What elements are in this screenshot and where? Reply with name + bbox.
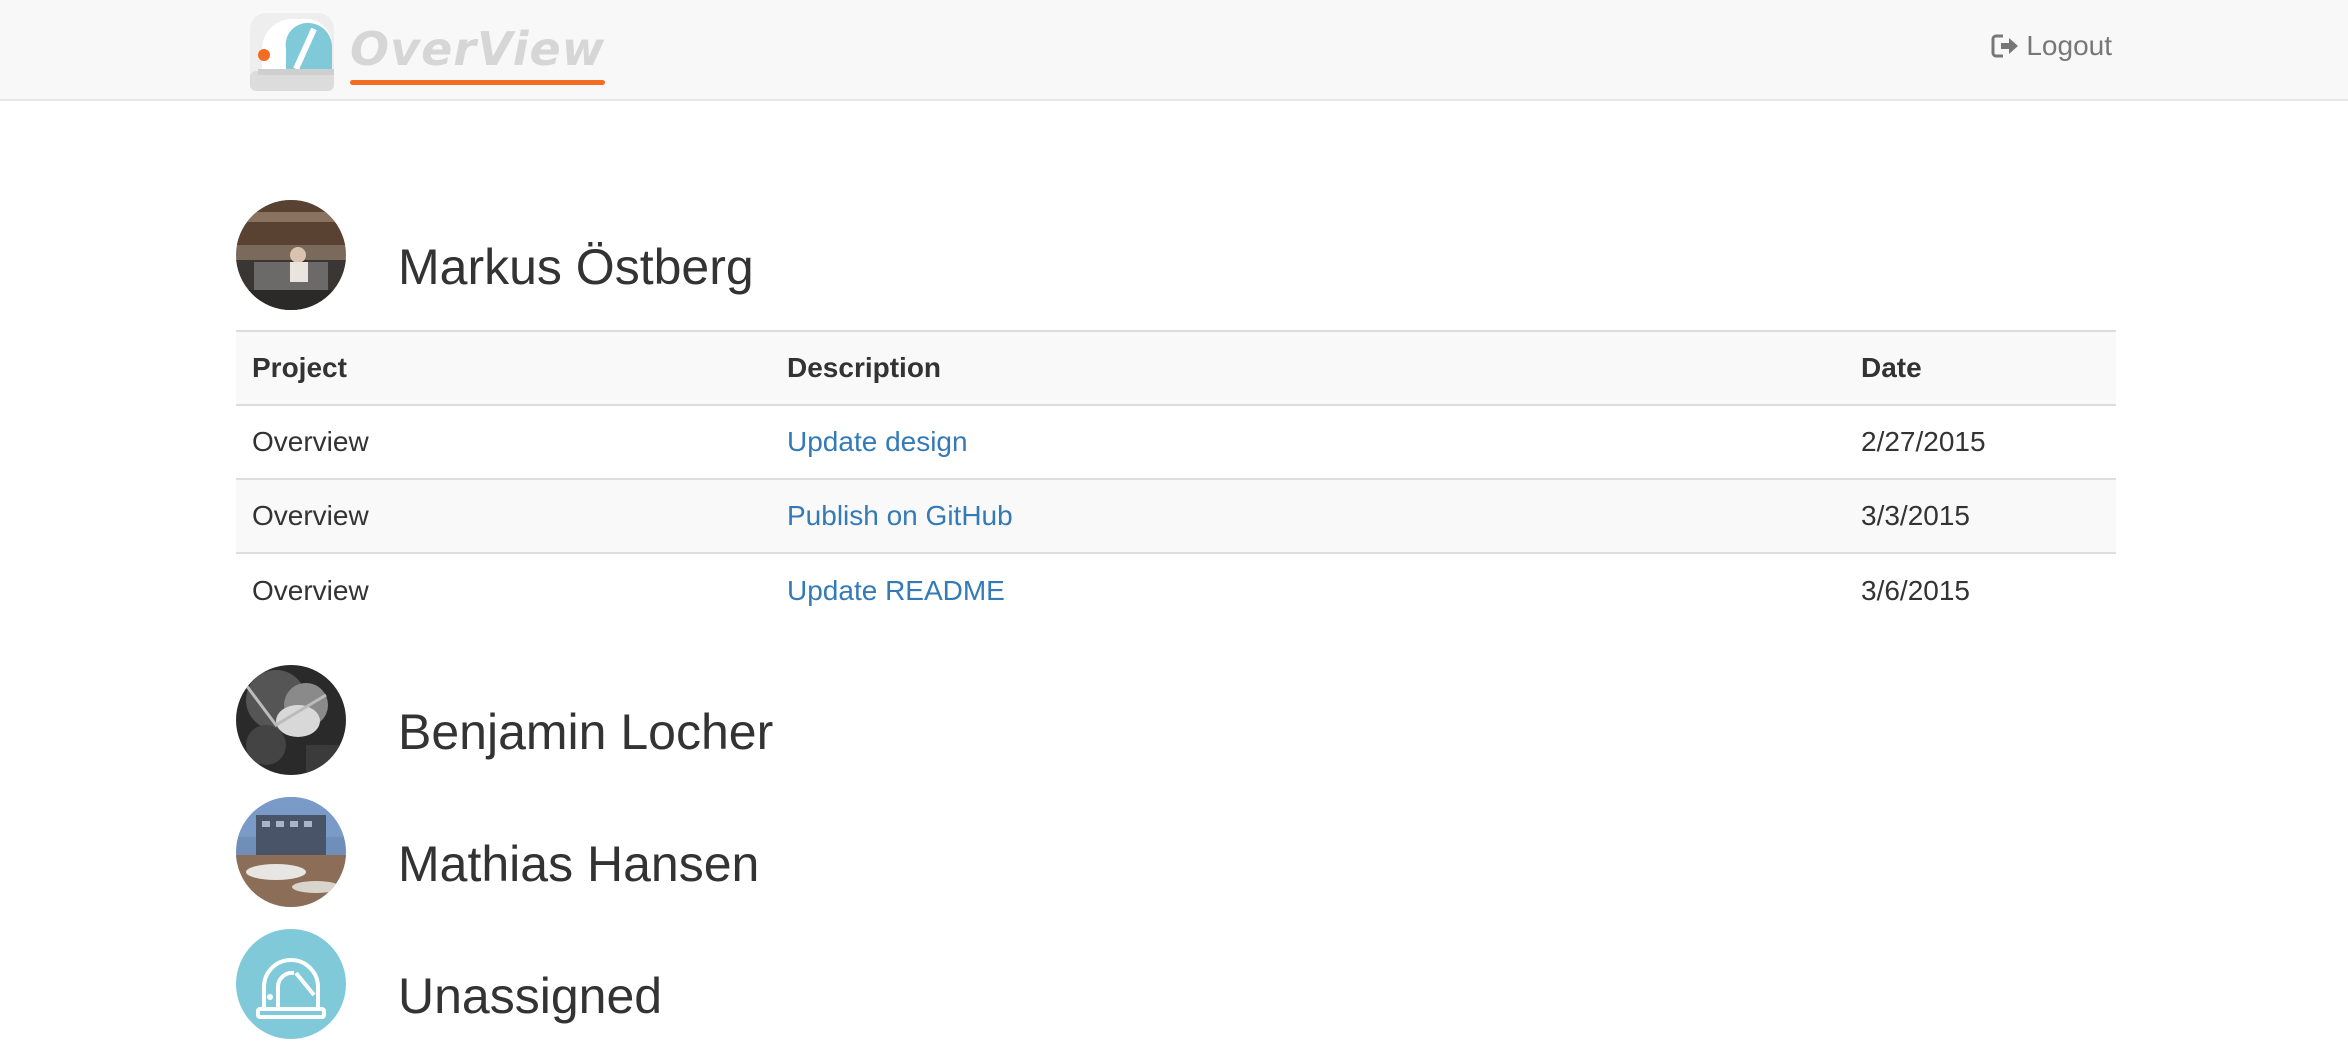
task-table: Project Description Date Overview Update… <box>236 330 2116 627</box>
person-header: Unassigned <box>236 929 2116 1039</box>
task-description-link[interactable]: Update README <box>787 575 1005 606</box>
logout-link[interactable]: Logout <box>1990 30 2112 62</box>
task-project: Overview <box>236 478 771 553</box>
table-row: Overview Update README 3/6/2015 <box>236 552 2116 627</box>
avatar <box>236 929 346 1039</box>
brand-link[interactable]: OverView <box>248 9 606 93</box>
avatar <box>236 797 346 907</box>
avatar <box>236 200 346 310</box>
task-description-cell: Publish on GitHub <box>771 478 1845 553</box>
column-header-project: Project <box>236 330 771 406</box>
logout-icon <box>1991 34 2019 58</box>
task-project: Overview <box>252 426 369 457</box>
task-description-link[interactable]: Publish on GitHub <box>787 500 1013 531</box>
task-description-cell: Update design <box>771 405 1845 479</box>
avatar <box>236 665 346 775</box>
column-header-description: Description <box>771 330 1845 406</box>
observatory-logo-icon <box>250 13 334 91</box>
logout-label: Logout <box>2026 30 2112 61</box>
task-date: 3/6/2015 <box>1845 552 2116 627</box>
navbar: OverView Logout <box>0 0 2348 101</box>
brand-name-text: OverView <box>350 22 606 76</box>
person-header: Markus Östberg <box>236 200 2116 310</box>
task-description-link[interactable]: Update design <box>787 426 968 457</box>
brand-underline <box>350 80 606 85</box>
person-name: Markus Östberg <box>398 239 754 295</box>
task-description-cell: Update README <box>771 552 1845 627</box>
person-header: Mathias Hansen <box>236 797 2116 907</box>
task-project: Overview <box>236 552 771 627</box>
avatar-image <box>236 200 346 310</box>
person-name: Unassigned <box>398 968 663 1024</box>
task-date: 2/27/2015 <box>1861 426 1986 457</box>
column-header-date: Date <box>1845 330 2116 406</box>
person-header: Benjamin Locher <box>236 665 2116 775</box>
person-name: Benjamin Locher <box>398 704 774 760</box>
avatar-image <box>236 665 346 775</box>
person-name: Mathias Hansen <box>398 836 760 892</box>
task-date: 3/3/2015 <box>1845 478 2116 553</box>
brand-name: OverView <box>350 19 606 85</box>
table-row: Overview Update design 2/27/2015 <box>236 405 2116 479</box>
observatory-logo-icon <box>236 929 346 1039</box>
table-row: Overview Publish on GitHub 3/3/2015 <box>236 478 2116 553</box>
main-content: Markus Östberg Project Description Date … <box>236 200 2116 1039</box>
avatar-image <box>236 797 346 907</box>
table-header-row: Project Description Date <box>236 330 2116 406</box>
